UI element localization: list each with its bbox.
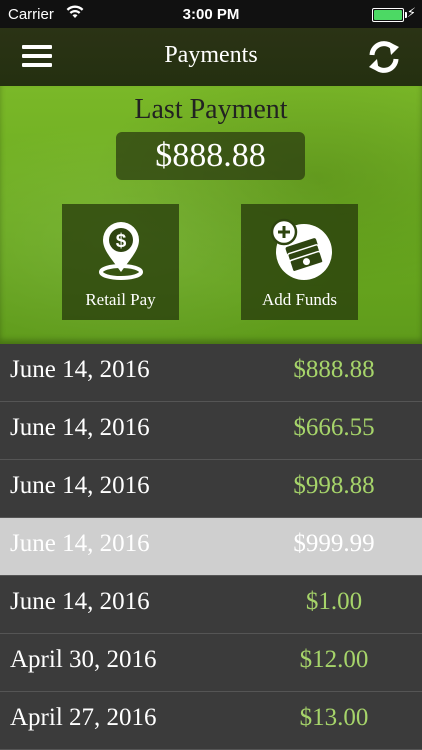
payment-amount: $1.00 <box>305 588 363 615</box>
payment-date: April 30, 2016 <box>10 646 157 673</box>
payment-date: June 14, 2016 <box>10 356 150 383</box>
payment-row[interactable]: June 14, 2016 $1.00 <box>0 576 422 634</box>
payment-row[interactable]: June 14, 2016 $888.88 <box>0 344 422 402</box>
payment-amount: $999.99 <box>293 530 375 557</box>
payment-row[interactable]: April 30, 2016 $12.00 <box>0 634 422 692</box>
refresh-icon[interactable] <box>364 37 404 77</box>
payment-amount: $888.88 <box>293 356 375 383</box>
payment-date: June 14, 2016 <box>10 588 150 615</box>
payment-row[interactable]: June 14, 2016 $998.88 <box>0 460 422 518</box>
payment-row[interactable]: April 27, 2016 $13.00 <box>0 692 422 750</box>
add-funds-button[interactable]: Add Funds <box>241 204 358 320</box>
last-payment-label: Last Payment <box>134 94 288 125</box>
battery-icon <box>372 8 407 22</box>
payment-amount: $998.88 <box>293 472 375 499</box>
retail-pay-button[interactable]: $ Retail Pay <box>62 204 179 320</box>
page-title: Payments <box>164 42 258 68</box>
payments-list: June 14, 2016 $888.88 June 14, 2016 $666… <box>0 344 422 750</box>
retail-pay-label: Retail Pay <box>85 290 156 309</box>
payment-date: June 14, 2016 <box>10 414 150 441</box>
svg-text:$: $ <box>115 231 126 252</box>
add-funds-label: Add Funds <box>261 290 338 309</box>
add-money-icon <box>270 218 332 280</box>
nav-bar: Payments <box>0 28 422 86</box>
last-payment-amount: $888.88 <box>116 132 305 180</box>
last-payment-panel: Last Payment $888.88 $ Retail Pay Add Fu… <box>0 86 422 344</box>
payment-row[interactable]: June 14, 2016 $666.55 <box>0 402 422 460</box>
payment-amount: $666.55 <box>293 414 375 441</box>
payment-row[interactable]: June 14, 2016 $999.99 <box>0 518 422 576</box>
payment-date: June 14, 2016 <box>10 472 150 499</box>
clock: 3:00 PM <box>182 6 240 23</box>
payment-amount: $12.00 <box>299 646 369 673</box>
payment-date: April 27, 2016 <box>10 704 157 731</box>
location-pin-dollar-icon: $ <box>98 222 143 280</box>
status-bar: Carrier 3:00 PM ⚡ <box>0 0 422 28</box>
charging-icon: ⚡ <box>406 5 416 20</box>
payment-amount: $13.00 <box>299 704 369 731</box>
payment-date: June 14, 2016 <box>10 530 150 557</box>
